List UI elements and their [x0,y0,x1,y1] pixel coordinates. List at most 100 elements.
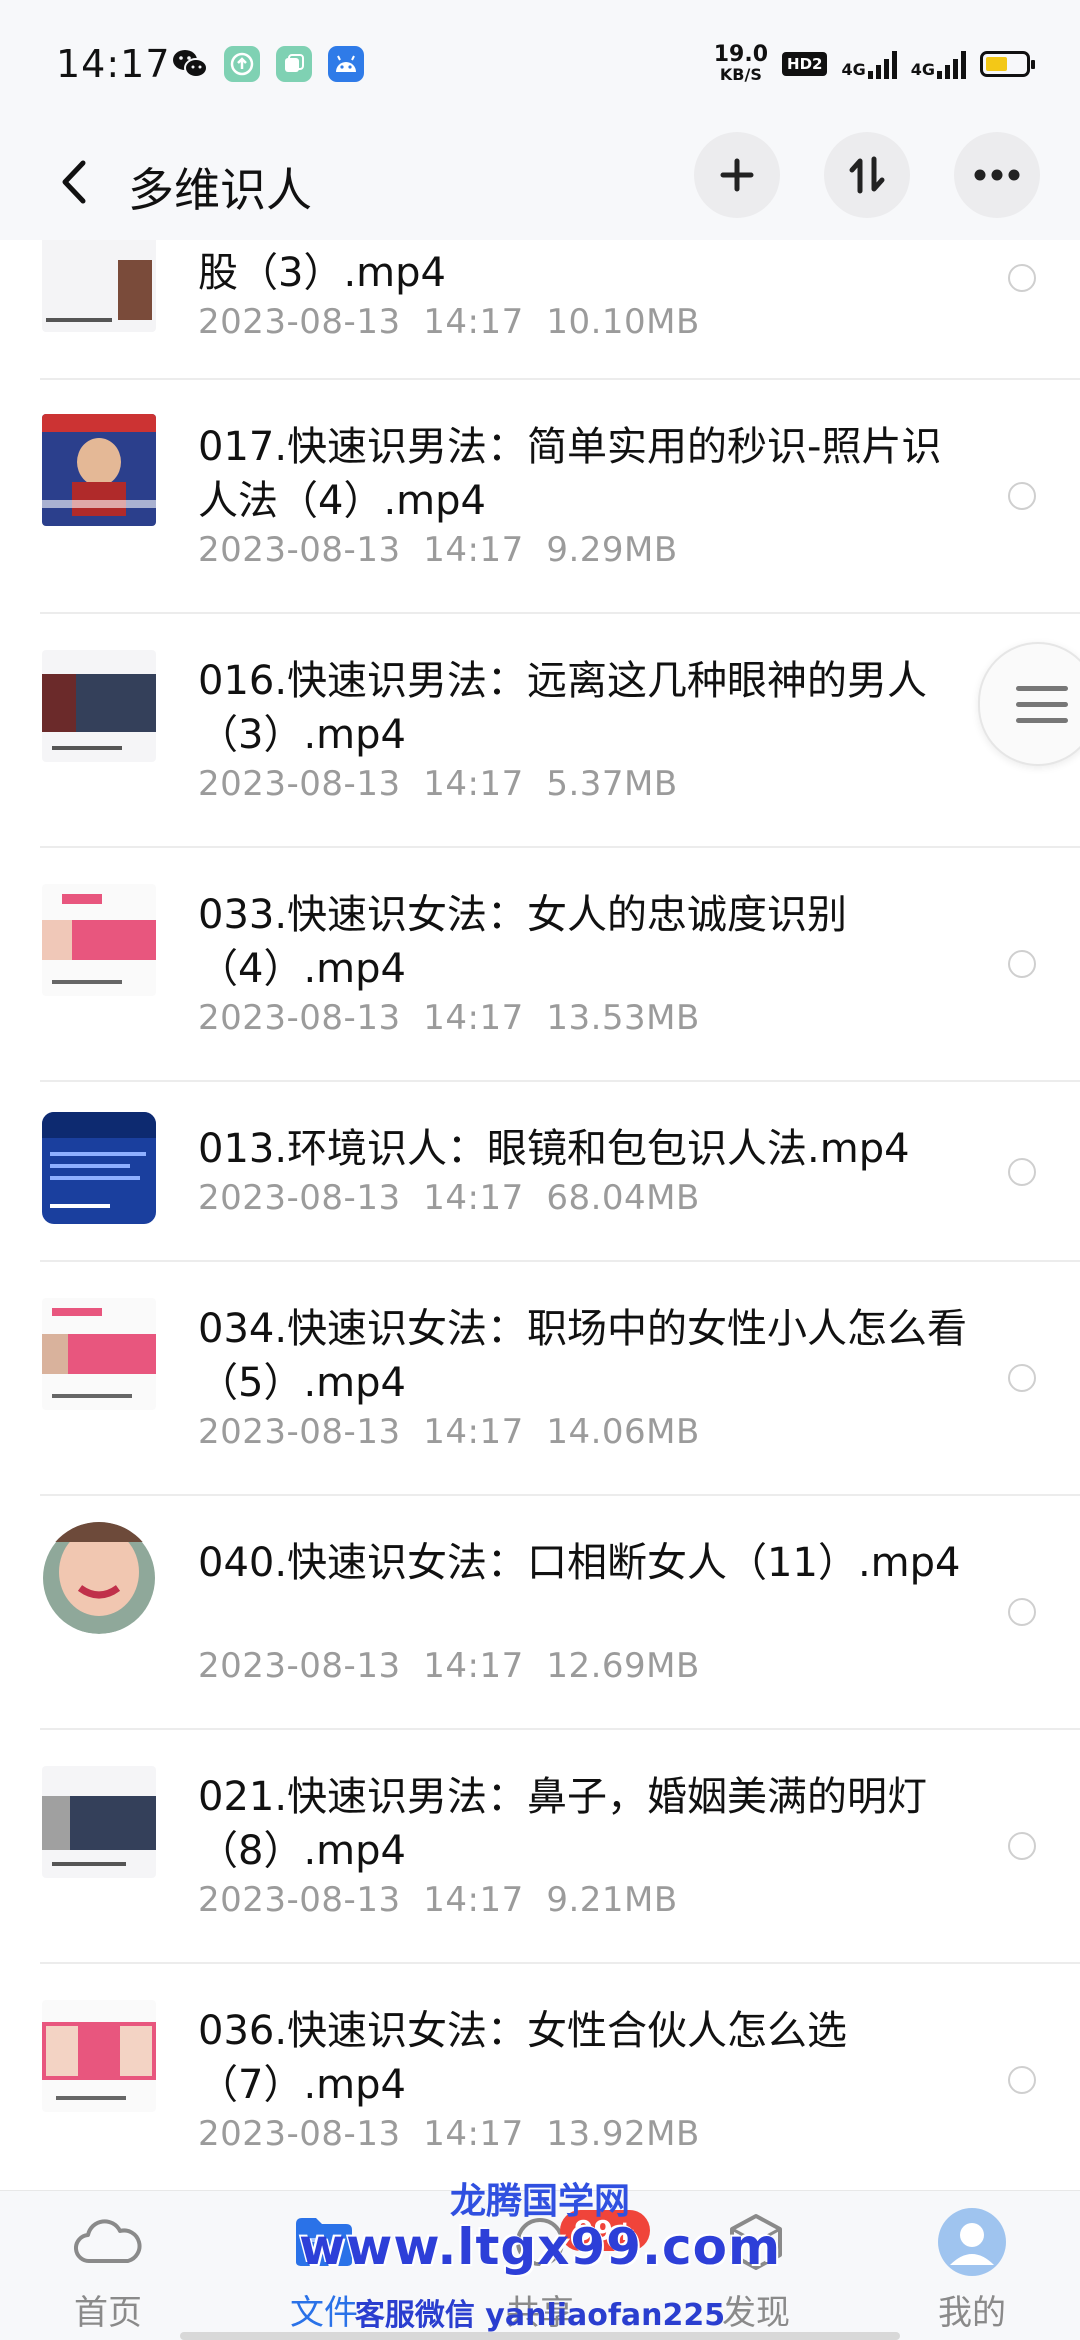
hd-voice-icon: HD2 [782,51,828,76]
file-row[interactable]: 033.快速识女法：女人的忠诚度识别（4）.mp4 2023-08-13 14:… [0,848,1080,1082]
network-speed: 19.0 KB/S [713,42,769,84]
plus-icon [720,158,754,192]
file-size: 13.53MB [546,998,700,1038]
video-thumbnail [42,2000,156,2112]
file-row[interactable]: 股（3）.mp4 2023-08-13 14:17 10.10MB [0,240,1080,380]
file-size: 12.69MB [546,1646,700,1686]
file-size: 5.37MB [546,764,678,804]
cube-icon [721,2207,791,2277]
file-date: 2023-08-13 [198,1412,401,1452]
file-date: 2023-08-13 [198,1646,401,1686]
multitask-app-icon [276,46,312,82]
file-time: 14:17 [423,998,524,1038]
chevron-left-icon [62,160,86,204]
page-title: 多维识人 [128,163,312,217]
file-date: 2023-08-13 [198,302,401,342]
file-time: 14:17 [423,764,524,804]
select-radio[interactable] [1008,482,1036,510]
select-radio[interactable] [1008,1598,1036,1626]
video-thumbnail [42,1298,156,1410]
file-time: 14:17 [423,1178,524,1218]
nav-files[interactable]: 文件 [244,2207,404,2334]
nav-mine-label: 我的 [938,2293,1006,2333]
notification-badge: 99+ [560,2210,651,2251]
file-meta: 2023-08-13 14:17 10.10MB [198,302,700,342]
file-size: 9.21MB [546,1880,678,1920]
file-row[interactable]: 034.快速识女法：职场中的女性小人怎么看（5）.mp4 2023-08-13 … [0,1262,1080,1496]
select-radio[interactable] [1008,264,1036,292]
add-button[interactable] [694,132,780,218]
file-size: 9.29MB [546,530,678,570]
file-name: 021.快速识男法：鼻子，婚姻美满的明灯（8）.mp4 [198,1774,928,1874]
file-time: 14:17 [423,1880,524,1920]
more-options-button[interactable] [954,132,1040,218]
video-thumbnail [42,1112,156,1224]
status-time: 14:17 [56,42,171,86]
nav-home[interactable]: 首页 [28,2207,188,2334]
file-name: 033.快速识女法：女人的忠诚度识别（4）.mp4 [198,892,848,992]
battery-level [986,56,1007,71]
file-size: 13.92MB [546,2114,700,2154]
nav-share-label: 共享 [506,2293,574,2333]
file-meta: 2023-08-13 14:17 9.29MB [198,530,678,570]
network-speed-unit: KB/S [719,65,762,84]
file-time: 14:17 [423,1412,524,1452]
video-thumbnail [42,884,156,996]
home-indicator[interactable] [180,2332,900,2340]
sort-icon [849,156,885,194]
more-icon [974,169,1020,181]
file-list: 股（3）.mp4 2023-08-13 14:17 10.10MB 017.快速… [0,240,1080,2190]
select-radio[interactable] [1008,950,1036,978]
video-thumbnail [42,1522,156,1634]
file-size: 68.04MB [546,1178,700,1218]
file-name: 040.快速识女法：口相断女人（11）.mp4 [198,1540,961,1586]
file-date: 2023-08-13 [198,764,401,804]
file-row[interactable]: 016.快速识男法：远离这几种眼神的男人（3）.mp4 2023-08-13 1… [0,614,1080,848]
file-row[interactable]: 021.快速识男法：鼻子，婚姻美满的明灯（8）.mp4 2023-08-13 1… [0,1730,1080,1964]
signal-2-label: 4G [910,59,935,79]
file-name: 017.快速识男法：简单实用的秒识-照片识人法（4）.mp4 [198,424,942,524]
signal-1-icon: 4G [841,49,897,79]
video-thumbnail [42,240,156,332]
sort-button[interactable] [824,132,910,218]
file-time: 14:17 [423,1646,524,1686]
cloud-icon [73,2207,143,2277]
wechat-icon [172,46,208,82]
select-radio[interactable] [1008,1158,1036,1186]
status-bar: 14:17 19.0 KB/S HD2 4G 4G [0,0,1080,130]
file-row[interactable]: 013.环境识人：眼镜和包包识人法.mp4 2023-08-13 14:17 6… [0,1082,1080,1262]
video-thumbnail [42,1766,156,1878]
file-row[interactable]: 036.快速识女法：女性合伙人怎么选（7）.mp4 2023-08-13 14:… [0,1964,1080,2190]
select-radio[interactable] [1008,1364,1036,1392]
file-size: 14.06MB [546,1412,700,1452]
file-meta: 2023-08-13 14:17 14.06MB [198,1412,700,1452]
file-meta: 2023-08-13 14:17 68.04MB [198,1178,700,1218]
network-speed-value: 19.0 [713,42,769,67]
nav-discover[interactable]: 发现 [676,2207,836,2334]
app-header: 多维识人 [0,130,1080,240]
avatar-icon [937,2207,1007,2277]
file-meta: 2023-08-13 14:17 13.92MB [198,2114,700,2154]
nav-mine[interactable]: 我的 [892,2207,1052,2334]
select-radio[interactable] [1008,2066,1036,2094]
status-indicators: 19.0 KB/S HD2 4G 4G [713,42,1035,84]
folder-icon [289,2207,359,2277]
file-date: 2023-08-13 [198,1178,401,1218]
nav-home-label: 首页 [74,2293,142,2333]
file-meta: 2023-08-13 14:17 13.53MB [198,998,700,1038]
file-meta: 2023-08-13 14:17 9.21MB [198,1880,678,1920]
file-name: 036.快速识女法：女性合伙人怎么选（7）.mp4 [198,2008,848,2108]
file-name: 034.快速识女法：职场中的女性小人怎么看（5）.mp4 [198,1306,968,1406]
back-button[interactable] [46,152,102,212]
file-name: 股（3）.mp4 [198,250,446,296]
file-name: 013.环境识人：眼镜和包包识人法.mp4 [198,1126,910,1172]
nav-files-label: 文件 [290,2293,358,2333]
upload-app-icon [224,46,260,82]
file-date: 2023-08-13 [198,2114,401,2154]
select-radio[interactable] [1008,1832,1036,1860]
file-row[interactable]: 040.快速识女法：口相断女人（11）.mp4 2023-08-13 14:17… [0,1496,1080,1730]
nav-discover-label: 发现 [722,2293,790,2333]
menu-lines-icon [1016,686,1068,734]
file-meta: 2023-08-13 14:17 5.37MB [198,764,678,804]
file-row[interactable]: 017.快速识男法：简单实用的秒识-照片识人法（4）.mp4 2023-08-1… [0,380,1080,614]
